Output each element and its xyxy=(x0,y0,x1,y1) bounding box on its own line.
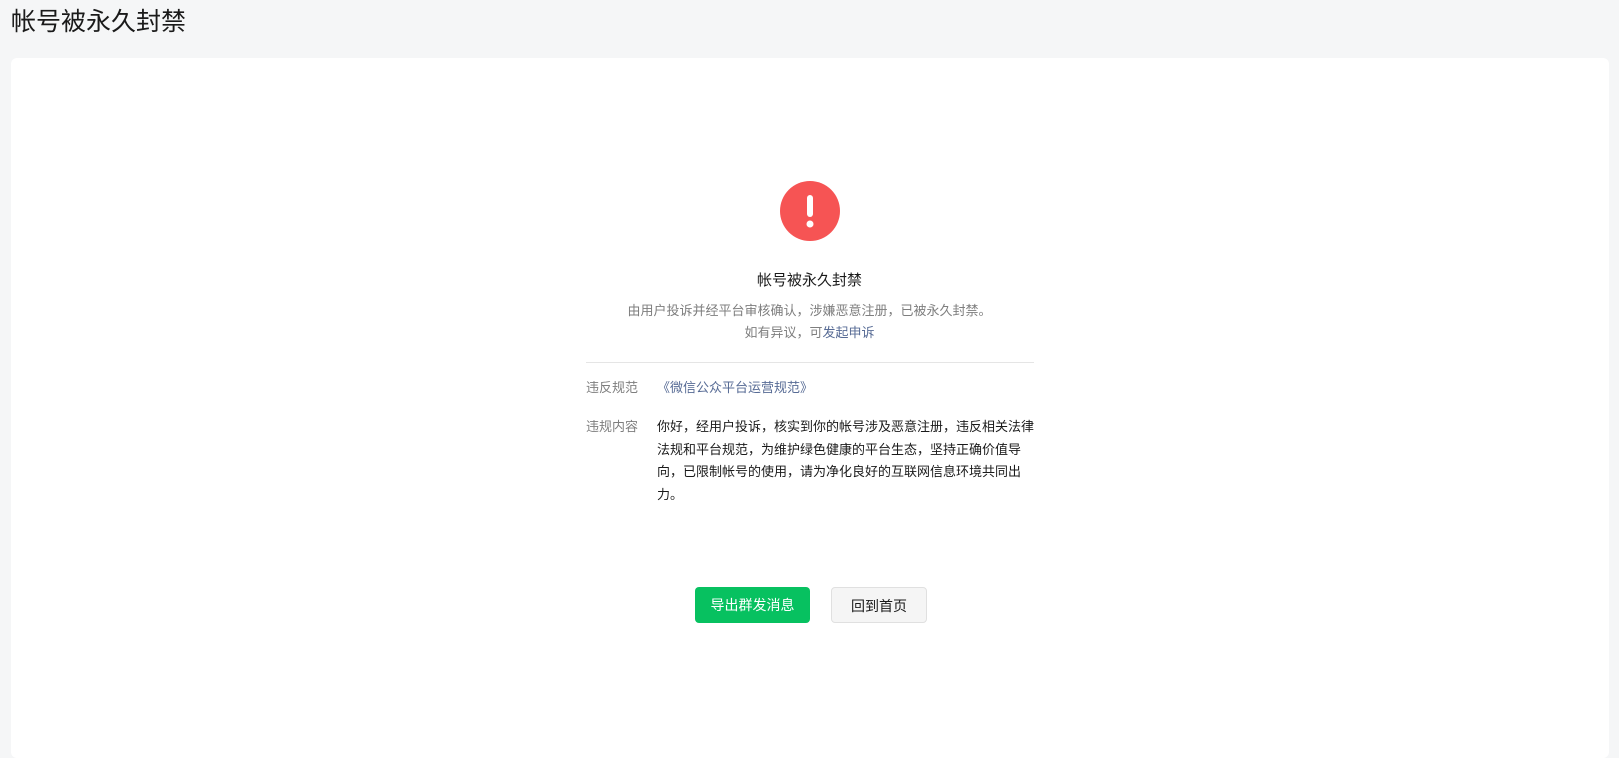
divider xyxy=(586,362,1034,363)
export-messages-button[interactable]: 导出群发消息 xyxy=(695,587,810,623)
rule-link[interactable]: 《微信公众平台运营规范》 xyxy=(657,378,813,400)
main-card xyxy=(11,58,1609,758)
appeal-prefix: 如有异议，可 xyxy=(744,326,823,341)
exclamation-icon xyxy=(780,181,840,241)
content-label: 违规内容 xyxy=(586,420,639,435)
rule-label: 违反规范 xyxy=(586,381,639,396)
page-title: 帐号被永久封禁 xyxy=(11,7,187,36)
status-title: 帐号被永久封禁 xyxy=(756,271,862,289)
violation-content: 你好，经用户投诉，核实到你的帐号涉及恶意注册，违反相关法律法规和平台规范，为维护… xyxy=(657,420,1035,503)
status-description: 由用户投诉并经平台审核确认，涉嫌恶意注册，已被永久封禁。 xyxy=(627,304,992,319)
appeal-link[interactable]: 发起申诉 xyxy=(823,326,875,341)
appeal-line: 如有异议，可发起申诉 xyxy=(0,324,1619,344)
back-home-button[interactable]: 回到首页 xyxy=(831,587,927,623)
